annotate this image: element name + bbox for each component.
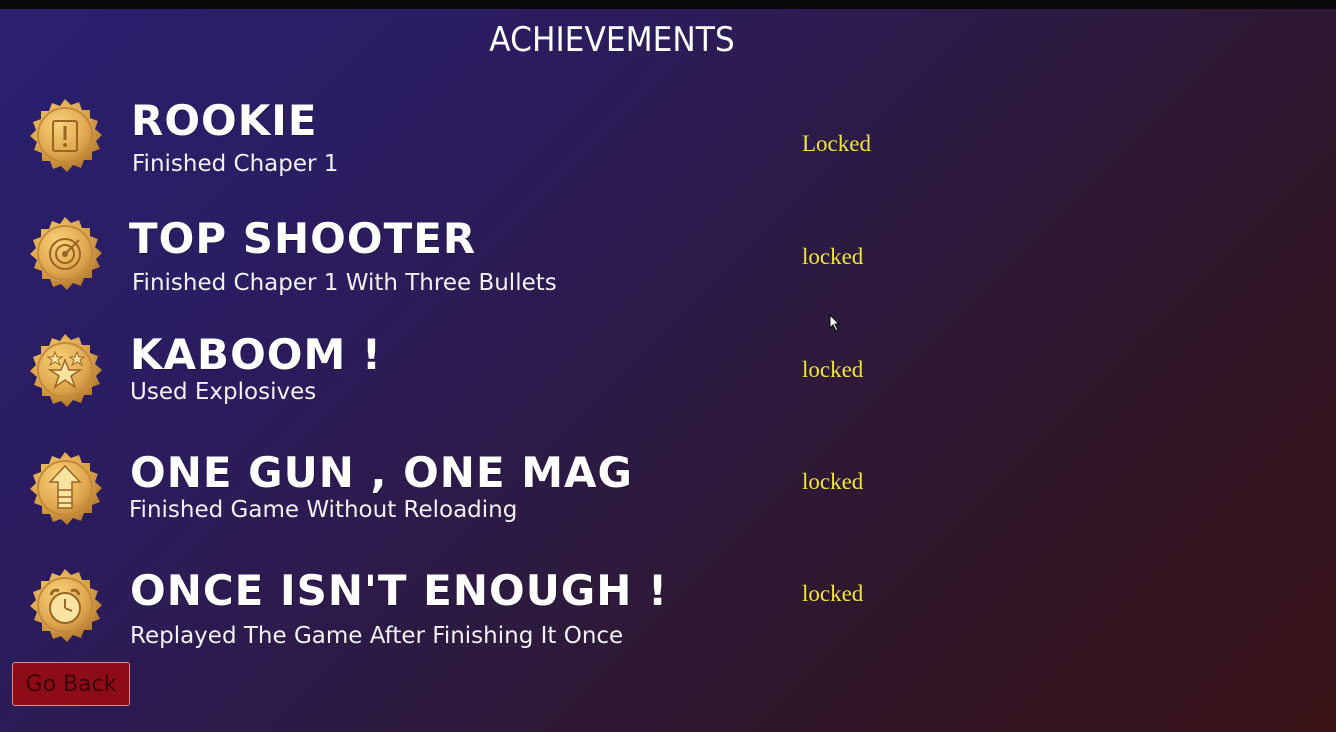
- target-icon: [30, 217, 102, 290]
- go-back-button[interactable]: Go Back: [12, 662, 130, 706]
- book-exclamation-icon: [30, 99, 102, 172]
- achievement-row-once-isnt-enough: ONCE ISN'T ENOUGH ! Replayed The Game Af…: [0, 562, 1336, 662]
- achievement-name: ONCE ISN'T ENOUGH !: [130, 566, 669, 615]
- achievement-status: Locked: [802, 131, 871, 156]
- window-top-bar: [0, 0, 1336, 9]
- achievement-name: ROOKIE: [131, 96, 318, 145]
- achievement-row-kaboom: KABOOM ! Used Explosives locked: [0, 326, 1336, 426]
- achievement-status: locked: [802, 469, 864, 494]
- arrow-up-icon: [30, 452, 102, 525]
- achievement-status: locked: [802, 581, 864, 606]
- achievement-name: TOP SHOOTER: [129, 214, 477, 263]
- achievement-name: KABOOM !: [130, 330, 383, 379]
- achievement-status: locked: [802, 244, 864, 269]
- stars-icon: [30, 334, 102, 407]
- achievement-description: Finished Chaper 1 With Three Bullets: [132, 270, 557, 296]
- achievement-row-top-shooter: TOP SHOOTER Finished Chaper 1 With Three…: [0, 208, 1336, 308]
- mouse-cursor-icon: [829, 314, 841, 332]
- achievement-description: Replayed The Game After Finishing It Onc…: [130, 623, 624, 649]
- achievement-row-rookie: ROOKIE Finished Chaper 1 Locked: [0, 90, 1336, 190]
- alarm-clock-icon: [30, 569, 102, 642]
- achievement-description: Finished Game Without Reloading: [129, 497, 518, 523]
- achievement-name: ONE GUN , ONE MAG: [130, 448, 634, 497]
- achievement-description: Finished Chaper 1: [132, 151, 339, 177]
- achievement-description: Used Explosives: [130, 379, 317, 405]
- achievement-row-one-gun-one-mag: ONE GUN , ONE MAG Finished Game Without …: [0, 444, 1336, 544]
- achievement-status: locked: [802, 357, 864, 382]
- page-title: ACHIEVEMENTS: [489, 20, 735, 60]
